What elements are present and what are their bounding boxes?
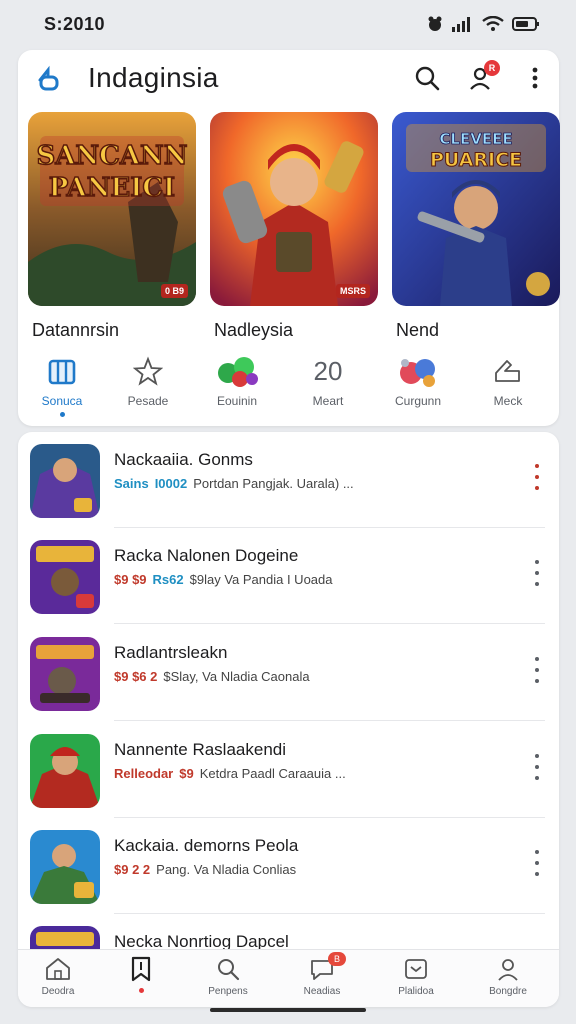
category-sonuca[interactable]: Sonuca bbox=[18, 352, 106, 417]
featured-label-2: Nadleysia bbox=[214, 320, 294, 340]
featured-game-2[interactable]: MSRS bbox=[210, 112, 378, 306]
game-meta: Relleodar $9 Ketdra Paadl Caraauia ... bbox=[114, 766, 346, 781]
nav-item-profile[interactable]: Bongdre bbox=[468, 956, 548, 1004]
bookmark-icon bbox=[131, 956, 151, 982]
game-thumbnail bbox=[30, 830, 100, 904]
art-title-2: PUARICE bbox=[430, 149, 522, 171]
more-vertical-icon bbox=[532, 67, 538, 89]
star-outline-icon bbox=[133, 356, 163, 386]
category-meart[interactable]: 20 Meart bbox=[284, 352, 372, 412]
list-item[interactable]: Racka Nalonen Dogeine $9 $9 Rs62 $9lay Va … bbox=[18, 528, 559, 624]
featured-game-1[interactable]: SANCANN PANEICI 0 B9 bbox=[28, 112, 196, 306]
game-thumbnail bbox=[30, 637, 100, 711]
featured-label-1: Datannrsin bbox=[32, 320, 120, 340]
more-vertical-icon[interactable] bbox=[531, 850, 543, 876]
gems-icon bbox=[218, 357, 258, 387]
game-art-image: CLEVEEE PUARICE bbox=[392, 112, 560, 306]
game-title: Nannente Raslaakendi bbox=[114, 740, 287, 759]
nav-item-home[interactable]: Deodra bbox=[18, 956, 98, 1004]
game-thumbnail bbox=[30, 540, 100, 614]
featured-tag: 0 B9 bbox=[160, 284, 188, 298]
divider bbox=[114, 720, 545, 721]
category-label: Sonuca bbox=[41, 394, 83, 408]
nav-item-search[interactable]: Penpens bbox=[188, 956, 268, 1004]
nav-label: Bongdre bbox=[489, 986, 527, 997]
bottom-navigation: Deodra Penpens B Neadias Plalidoa Bongdr… bbox=[18, 949, 559, 1007]
library-icon bbox=[405, 959, 427, 979]
art-title: SANCANN bbox=[36, 141, 187, 171]
status-bar: S:2010 bbox=[0, 0, 576, 48]
more-vertical-icon[interactable] bbox=[531, 754, 543, 780]
more-vertical-icon[interactable] bbox=[531, 560, 543, 586]
list-item[interactable]: Radlantrsleakn $9 $6 2 $Slay, Va Nladia C… bbox=[18, 625, 559, 721]
game-meta: $9 2 2 Pang. Va Nladia Conlias bbox=[114, 862, 297, 877]
nav-label: Neadias bbox=[303, 986, 341, 997]
nav-item-bookmark[interactable] bbox=[101, 956, 181, 1004]
list-item[interactable]: Nannente Raslaakendi Relleodar $9 Ketdra P… bbox=[18, 722, 559, 818]
nav-label: Plalidoa bbox=[398, 986, 434, 997]
category-meck[interactable]: Meck bbox=[464, 352, 552, 412]
status-time: S:2010 bbox=[44, 13, 106, 34]
signal-icon bbox=[452, 17, 470, 32]
game-title: Radlantrsleakn bbox=[114, 643, 228, 662]
nav-item-messages[interactable]: B Neadias bbox=[282, 952, 362, 1004]
list-item[interactable]: Kackaia. demorns Peola $9 2 2 Pang. Va Nl… bbox=[18, 818, 559, 914]
art-title: CLEVEEE bbox=[439, 130, 512, 148]
app-header: Indaginsia R bbox=[18, 50, 559, 106]
game-title: Nackaaiia. Gonms bbox=[114, 450, 253, 469]
category-number: 20 bbox=[313, 356, 343, 386]
game-meta: $9 $6 2 $Slay, Va Nladia Caonala bbox=[114, 669, 310, 684]
category-pesade[interactable]: Pesade bbox=[104, 352, 192, 412]
active-indicator bbox=[138, 988, 144, 993]
more-vertical-icon[interactable] bbox=[531, 657, 543, 683]
active-indicator bbox=[59, 412, 65, 417]
hand-icon bbox=[495, 360, 520, 382]
featured-label-3: Nend bbox=[396, 320, 440, 340]
home-icon bbox=[46, 958, 70, 980]
profile-button[interactable]: R bbox=[466, 60, 500, 93]
game-meta: Sains I0002 Portdan Pangjak. Uarala) ... bbox=[114, 476, 354, 491]
featured-card: Indaginsia R SANCANN PANEICI 0 B9 MSRS C… bbox=[18, 50, 560, 426]
building-icon bbox=[48, 359, 76, 385]
games-list: Nackaaiia. Gonms Sains I0002 Portdan Pangj… bbox=[18, 432, 559, 1007]
category-label: Meck bbox=[493, 394, 523, 408]
notification-badge: R bbox=[484, 60, 500, 76]
search-icon bbox=[415, 66, 440, 91]
featured-game-3[interactable]: CLEVEEE PUARICE bbox=[392, 112, 560, 306]
bug-icon bbox=[428, 16, 442, 31]
battery-icon bbox=[512, 17, 539, 31]
game-thumbnail bbox=[30, 734, 100, 808]
divider bbox=[114, 623, 545, 624]
game-meta: $9 $9 Rs62 $9lay Va Pandia I Uoada bbox=[114, 572, 333, 587]
list-item[interactable]: Nackaaiia. Gonms Sains I0002 Portdan Pangj… bbox=[18, 432, 559, 528]
nav-label: Deodra bbox=[41, 986, 75, 997]
notification-badge: B bbox=[328, 952, 346, 966]
nav-item-library[interactable]: Plalidoa bbox=[376, 956, 456, 1004]
category-curgunn[interactable]: Curgunn bbox=[374, 352, 462, 412]
potion-icon bbox=[400, 359, 435, 387]
wifi-icon bbox=[482, 16, 504, 31]
home-indicator[interactable] bbox=[210, 1008, 366, 1012]
app-logo-icon[interactable] bbox=[34, 64, 64, 94]
category-label: Eouinin bbox=[216, 394, 258, 408]
status-icons bbox=[426, 15, 540, 33]
more-button[interactable] bbox=[520, 63, 550, 93]
search-button[interactable] bbox=[412, 63, 442, 93]
profile-icon bbox=[498, 959, 518, 981]
category-eouinin[interactable]: Eouinin bbox=[193, 352, 281, 412]
game-art-image: SANCANN PANEICI bbox=[28, 112, 196, 306]
page-title: Indaginsia bbox=[88, 62, 219, 93]
game-art-image bbox=[210, 112, 378, 306]
search-icon bbox=[218, 959, 240, 981]
game-thumbnail bbox=[30, 444, 100, 518]
game-title: Kackaia. demorns Peola bbox=[114, 836, 299, 855]
more-vertical-icon[interactable] bbox=[531, 464, 543, 490]
art-title-2: PANEICI bbox=[49, 173, 175, 203]
game-title: Racka Nalonen Dogeine bbox=[114, 546, 299, 565]
category-label: Pesade bbox=[127, 394, 169, 408]
nav-label: Penpens bbox=[208, 986, 248, 997]
category-label: Curgunn bbox=[394, 394, 442, 408]
featured-tag: MSRS bbox=[335, 284, 370, 298]
category-label: Meart bbox=[312, 394, 344, 408]
